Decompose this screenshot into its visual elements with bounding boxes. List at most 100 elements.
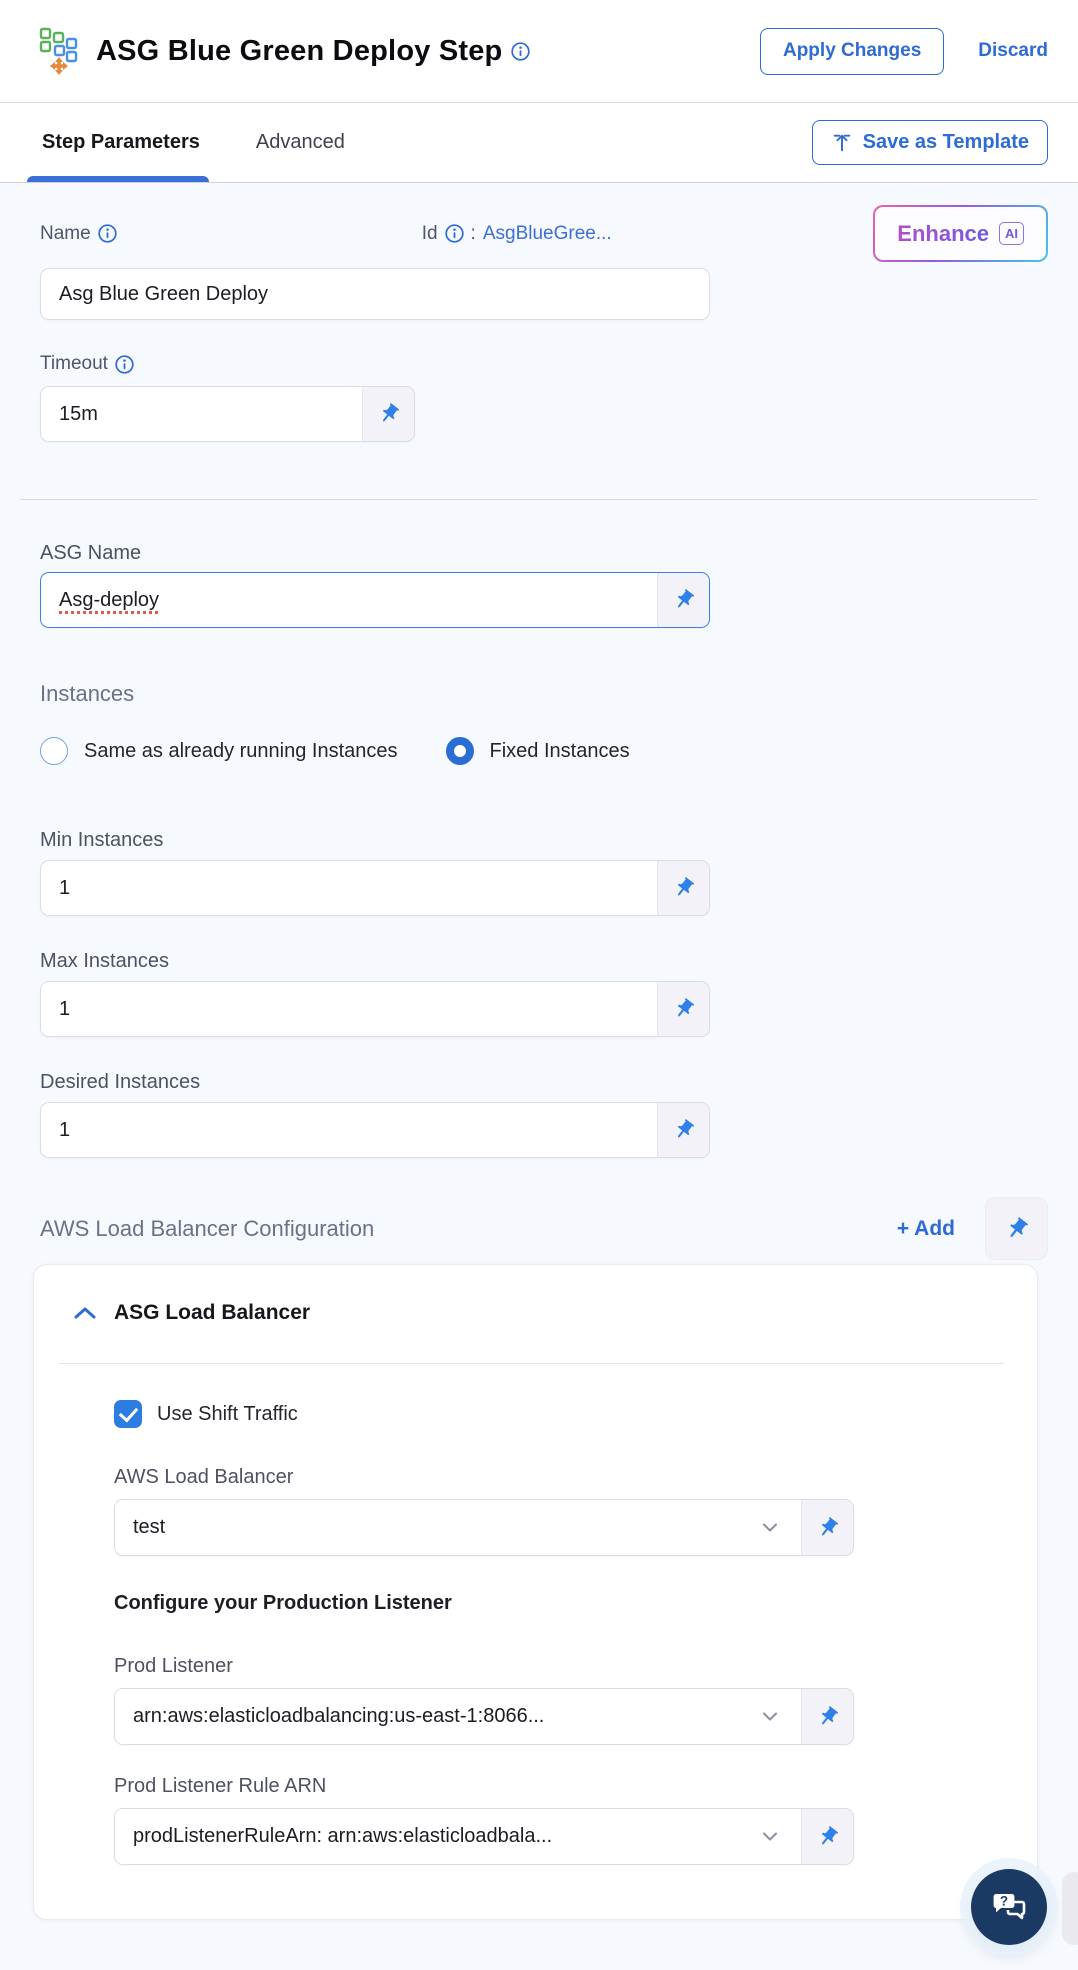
add-load-balancer-button[interactable]: + Add: [897, 1217, 955, 1241]
min-instances-input[interactable]: [41, 861, 657, 915]
desired-instances-input-group: [40, 1102, 710, 1158]
lb-card-title: ASG Load Balancer: [114, 1301, 311, 1324]
title-info-icon[interactable]: [511, 41, 531, 61]
prod-listener-value: arn:aws:elasticloadbalancing:us-east-1:8…: [133, 1705, 545, 1727]
prod-listener-rule-pin-button[interactable]: [801, 1809, 853, 1864]
pin-icon: [672, 997, 695, 1021]
ai-badge: AI: [999, 222, 1024, 245]
name-label: Name: [40, 222, 91, 244]
chevron-down-icon: [763, 1523, 777, 1532]
desired-instances-label: Desired Instances: [40, 1071, 201, 1093]
radio-same-as-running-label[interactable]: Same as already running Instances: [84, 740, 398, 763]
use-shift-traffic-label[interactable]: Use Shift Traffic: [157, 1403, 298, 1426]
tab-bar: Step Parameters Advanced Save as Templat…: [0, 103, 1078, 183]
aws-lb-pin-button[interactable]: [801, 1500, 853, 1555]
asg-name-input-group: Asg-deploy: [40, 572, 710, 628]
prod-listener-heading: Configure your Production Listener: [114, 1592, 452, 1614]
pin-icon: [816, 1515, 839, 1540]
min-instances-pin-button[interactable]: [657, 861, 709, 915]
pin-icon: [672, 1118, 695, 1142]
timeout-pin-button[interactable]: [362, 387, 414, 441]
panel-header: ASG Blue Green Deploy Step Apply Changes…: [0, 0, 1078, 103]
id-separator: :: [470, 222, 476, 244]
name-input-group: [40, 268, 710, 320]
prod-listener-rule-select[interactable]: prodListenerRuleArn: arn:aws:elasticload…: [115, 1809, 801, 1864]
timeout-label-row: Timeout: [40, 353, 1048, 375]
name-input[interactable]: [41, 269, 709, 319]
timeout-input[interactable]: [41, 387, 362, 441]
min-instances-label: Min Instances: [40, 829, 164, 851]
discard-button[interactable]: Discard: [978, 40, 1048, 62]
apply-changes-button[interactable]: Apply Changes: [759, 27, 945, 75]
save-as-template-button[interactable]: Save as Template: [811, 120, 1048, 165]
enhance-label: Enhance: [897, 220, 989, 246]
name-info-icon[interactable]: [98, 224, 117, 243]
aws-lb-select-group: test: [114, 1499, 854, 1556]
aws-lb-value: test: [133, 1516, 166, 1538]
id-label: Id: [421, 222, 438, 244]
radio-fixed-instances[interactable]: [445, 737, 474, 765]
step-id: Id : AsgBlueGree...: [422, 223, 612, 245]
question-chat-icon: ?: [993, 1894, 1026, 1920]
page-title: ASG Blue Green Deploy Step: [96, 34, 503, 67]
radio-same-as-running[interactable]: [40, 737, 68, 765]
step-config-panel: ASG Blue Green Deploy Step Apply Changes…: [0, 0, 1078, 1970]
prod-listener-rule-label: Prod Listener Rule ARN: [114, 1775, 327, 1797]
name-label-row: Name: [40, 223, 117, 245]
tab-advanced[interactable]: Advanced: [254, 103, 347, 182]
max-instances-label: Max Instances: [40, 950, 169, 972]
save-as-template-label: Save as Template: [862, 131, 1029, 153]
prod-listener-select[interactable]: arn:aws:elasticloadbalancing:us-east-1:8…: [115, 1689, 801, 1744]
asg-name-pin-button[interactable]: [657, 573, 709, 627]
prod-listener-pin-button[interactable]: [801, 1689, 853, 1744]
lb-config-heading: AWS Load Balancer Configuration: [40, 1215, 375, 1241]
aws-lb-label: AWS Load Balancer: [114, 1466, 294, 1488]
pin-icon: [816, 1824, 839, 1849]
prod-listener-select-group: arn:aws:elasticloadbalancing:us-east-1:8…: [114, 1688, 854, 1745]
chevron-up-icon: [74, 1307, 96, 1319]
step-parameters-form: Name Id : AsgBlueGree... Enhance AI Time…: [0, 183, 1078, 1920]
edge-widget-partial[interactable]: [1062, 1872, 1078, 1945]
chevron-down-icon: [763, 1832, 777, 1841]
instances-radio-group: Same as already running Instances Fixed …: [40, 737, 1048, 765]
prod-listener-rule-select-group: prodListenerRuleArn: arn:aws:elasticload…: [114, 1808, 854, 1865]
timeout-input-group: [40, 386, 415, 442]
prod-listener-rule-value: prodListenerRuleArn: arn:aws:elasticload…: [133, 1825, 553, 1847]
pin-icon: [672, 876, 695, 900]
lb-config-pin-button[interactable]: [985, 1197, 1048, 1260]
id-value[interactable]: AsgBlueGree...: [483, 223, 612, 245]
pin-icon: [816, 1704, 839, 1729]
aws-lb-select[interactable]: test: [115, 1500, 801, 1555]
desired-instances-pin-button[interactable]: [657, 1103, 709, 1157]
max-instances-input-group: [40, 981, 710, 1037]
asg-name-label: ASG Name: [40, 542, 142, 564]
section-divider: [20, 499, 1038, 500]
pin-icon: [672, 588, 695, 612]
svg-text:?: ?: [1000, 1894, 1008, 1909]
use-shift-traffic-checkbox[interactable]: [114, 1400, 142, 1428]
asg-name-input[interactable]: Asg-deploy: [41, 573, 657, 627]
max-instances-pin-button[interactable]: [657, 982, 709, 1036]
id-info-icon[interactable]: [444, 224, 464, 243]
prod-listener-label: Prod Listener: [114, 1655, 233, 1677]
help-chat-fab[interactable]: ?: [971, 1869, 1047, 1945]
desired-instances-input[interactable]: [41, 1103, 657, 1157]
instances-section-heading: Instances: [40, 681, 135, 706]
asg-name-value: Asg-deploy: [59, 588, 160, 611]
pin-icon: [1004, 1215, 1029, 1242]
upload-template-icon: [833, 134, 850, 151]
timeout-label: Timeout: [40, 353, 108, 374]
tab-step-parameters[interactable]: Step Parameters: [27, 103, 209, 182]
asg-blue-green-step-icon: [39, 27, 78, 75]
max-instances-input[interactable]: [41, 982, 657, 1036]
min-instances-input-group: [40, 860, 710, 916]
timeout-info-icon[interactable]: [115, 354, 134, 374]
lb-config-header-row: AWS Load Balancer Configuration + Add: [40, 1197, 1048, 1260]
enhance-ai-button[interactable]: Enhance AI: [873, 205, 1048, 262]
asg-load-balancer-card: ASG Load Balancer Use Shift Traffic AWS …: [33, 1264, 1038, 1920]
pin-icon: [377, 402, 400, 426]
radio-fixed-instances-label[interactable]: Fixed Instances: [490, 740, 630, 763]
lb-card-header[interactable]: ASG Load Balancer: [34, 1265, 1037, 1363]
chevron-down-icon: [763, 1712, 777, 1721]
use-shift-traffic-row: Use Shift Traffic: [114, 1400, 997, 1428]
